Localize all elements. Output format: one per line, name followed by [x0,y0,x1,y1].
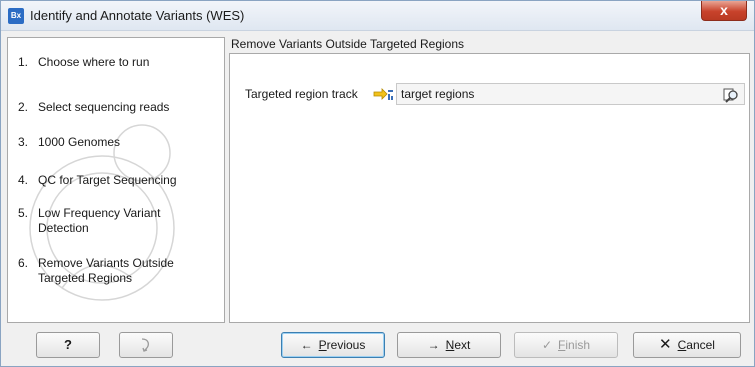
finish-label: inish [565,338,591,352]
step-number: 4. [18,173,29,187]
next-label: ext [454,338,471,352]
step-label: Low Frequency Variant Detection [38,206,161,235]
step-qc-for-target-sequencing: 4. QC for Target Sequencing [18,173,213,188]
targeted-region-track-field[interactable]: target regions [396,83,745,105]
cancel-mnemonic: C [677,338,687,352]
arrow-right-icon: → [427,338,440,352]
section-title: Remove Variants Outside Targeted Regions [231,37,465,51]
previous-label: revious [326,338,366,352]
step-label: Select sequencing reads [38,100,170,114]
previous-mnemonic: P [318,338,327,352]
step-number: 5. [18,206,29,220]
help-label: ? [64,337,72,352]
browse-icon[interactable] [722,86,740,104]
cancel-button[interactable]: ✕ Cancel [633,332,741,358]
step-label: Choose where to run [38,55,150,69]
track-icon [373,88,393,100]
reset-button[interactable] [119,332,173,358]
app-logo-icon: Bx [8,8,24,24]
step-remove-variants-outside-targeted-regions: 6. Remove Variants Outside Targeted Regio… [18,256,198,286]
title-bar[interactable]: Bx Identify and Annotate Variants (WES) … [1,1,754,31]
step-1000-genomes: 3. 1000 Genomes [18,135,213,150]
targeted-region-track-label: Targeted region track [245,87,358,101]
previous-button[interactable]: ← Previous [281,332,385,358]
step-number: 6. [18,256,29,270]
step-number: 3. [18,135,29,149]
cancel-label: ancel [686,338,715,352]
step-choose-where-to-run: 1. Choose where to run [18,55,213,70]
reset-icon [141,338,149,352]
step-number: 2. [18,100,29,114]
next-button[interactable]: → Next [397,332,501,358]
step-label: 1000 Genomes [38,135,121,149]
checkmark-icon: ✓ [541,338,553,352]
close-x-icon: ✕ [659,336,672,353]
dialog-window: Bx Identify and Annotate Variants (WES) … [0,0,755,367]
step-low-frequency-variant-detection: 5. Low Frequency Variant Detection [18,206,188,236]
wizard-steps-panel: 1. Choose where to run 2. Select sequencin… [7,37,225,323]
step-number: 1. [18,55,29,69]
arrow-left-icon: ← [300,338,313,352]
close-button[interactable]: x [701,1,747,21]
step-label: QC for Target Sequencing [38,173,177,187]
window-title: Identify and Annotate Variants (WES) [30,8,245,23]
targeted-region-track-value: target regions [401,87,475,101]
help-button[interactable]: ? [36,332,100,358]
step-label: Remove Variants Outside Targeted Regions [38,256,174,285]
finish-button[interactable]: ✓ Finish [514,332,618,358]
step-select-sequencing-reads: 2. Select sequencing reads [18,100,213,115]
